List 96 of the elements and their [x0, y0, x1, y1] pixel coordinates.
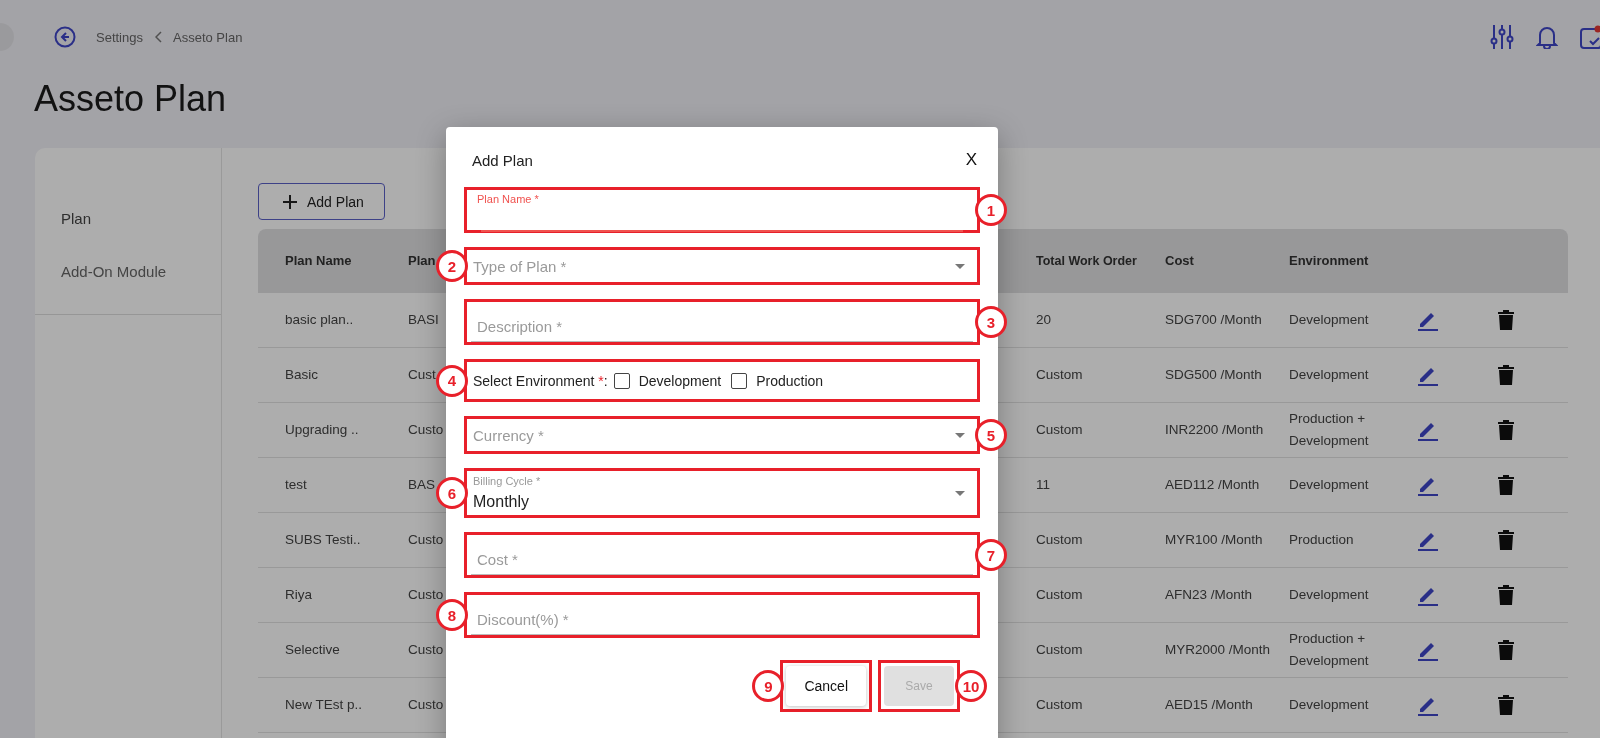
bell-icon[interactable]: [1536, 25, 1558, 49]
table-cell-text: Production + Development: [1288, 410, 1370, 450]
table-cell-text: Production + Development: [1288, 630, 1370, 670]
table-cell-text: Custom: [1035, 696, 1084, 714]
table-cell-text: Custo: [408, 641, 444, 659]
table-cell-text: Custom: [1035, 586, 1084, 604]
callout-number: 4: [436, 364, 468, 397]
dialog-button[interactable]: Cancel: [786, 666, 866, 706]
callout-number: 6: [436, 477, 468, 509]
input-field[interactable]: Plan Name *: [471, 190, 973, 230]
input-field[interactable]: Description *: [471, 302, 973, 342]
delete-icon[interactable]: [1498, 640, 1514, 660]
table-cell-text: SDG700 /Month: [1164, 311, 1263, 329]
table-cell-text: AED112 /Month: [1164, 476, 1261, 494]
delete-icon[interactable]: [1498, 585, 1514, 605]
calendar-check-icon[interactable]: [1580, 25, 1600, 49]
table-cell-text: Development: [1288, 696, 1370, 714]
column-header: Cost: [1164, 252, 1195, 270]
callout-number: 3: [975, 306, 1007, 338]
table-cell-text: test: [284, 476, 308, 494]
table-cell-text: Riya: [284, 586, 313, 604]
field-placeholder: Currency *: [473, 426, 544, 444]
field-label: Billing Cycle *: [473, 475, 541, 487]
dropdown-caret-icon: [955, 263, 965, 269]
table-cell-text: SUBS Testi..: [284, 531, 362, 549]
dialog-title: Add Plan: [472, 151, 533, 169]
table-cell-text: Custo: [408, 421, 444, 439]
table-cell-text: Basic: [284, 366, 319, 384]
table-cell-text: Development: [1288, 311, 1370, 329]
table-cell-text: Selective: [284, 641, 341, 659]
table-cell-text: Development: [1288, 366, 1370, 384]
table-cell-text: BASI: [408, 311, 439, 329]
checkbox-option[interactable]: Production: [731, 372, 824, 389]
table-cell-text: AED15 /Month: [1164, 696, 1254, 714]
table-cell-text: Development: [1288, 476, 1370, 494]
dropdown-field[interactable]: Billing Cycle * Monthly: [467, 471, 977, 515]
checkbox-option[interactable]: Development: [613, 372, 722, 389]
breadcrumb-link[interactable]: Settings: [96, 29, 143, 45]
sidebar-item[interactable]: Add-On Module: [35, 245, 221, 298]
callout-number: 5: [975, 419, 1007, 451]
plus-icon: [283, 194, 297, 209]
input-field[interactable]: Cost *: [471, 535, 973, 575]
delete-icon[interactable]: [1498, 475, 1514, 495]
sidebar-item[interactable]: Plan: [35, 192, 221, 245]
dropdown-caret-icon: [955, 432, 965, 438]
table-cell-text: Custom: [1035, 421, 1084, 439]
table-cell-text: SDG500 /Month: [1164, 366, 1263, 384]
delete-icon[interactable]: [1498, 365, 1514, 385]
table-cell-text: Custo: [408, 531, 444, 549]
input-field[interactable]: Discount(%) *: [471, 595, 973, 635]
close-button[interactable]: X: [965, 150, 977, 170]
table-cell-text: 20: [1035, 311, 1053, 329]
table-cell-text: INR2200 /Month: [1164, 421, 1265, 439]
dropdown-caret-icon: [955, 490, 965, 496]
table-cell-text: New TEst p..: [284, 696, 364, 714]
dropdown-field[interactable]: Type of Plan *: [467, 250, 977, 282]
table-cell-text: 11: [1035, 476, 1051, 494]
delete-icon[interactable]: [1498, 420, 1514, 440]
breadcrumb-link[interactable]: Asseto Plan: [173, 29, 243, 45]
table-cell-text: Upgrading ..: [284, 421, 360, 439]
table-cell-text: basic plan..: [284, 311, 355, 329]
dropdown-field[interactable]: Currency *: [467, 419, 977, 451]
callout-number: 8: [436, 599, 468, 631]
checkbox[interactable]: [731, 372, 748, 389]
table-cell-text: Cust: [408, 366, 436, 384]
field-placeholder: Type of Plan *: [473, 257, 567, 275]
column-header: Total Work Order: [1035, 253, 1138, 270]
table-cell-text: BAS: [408, 476, 435, 494]
table-cell-text: Custom: [1035, 366, 1084, 384]
table-cell-text: AFN23 /Month: [1164, 586, 1254, 604]
column-header: Plan: [408, 252, 436, 270]
field-value: Monthly: [473, 493, 531, 511]
field-label: Select Environment *:: [473, 372, 608, 389]
callout-number: 7: [975, 539, 1007, 571]
column-header: Environment: [1288, 252, 1370, 270]
table-cell-text: MYR2000 /Month: [1164, 641, 1269, 659]
table-cell-text: MYR100 /Month: [1164, 531, 1264, 549]
checkbox[interactable]: [613, 372, 630, 389]
table-cell-text: Production: [1288, 531, 1355, 549]
callout-number: 1: [975, 194, 1007, 226]
back-icon[interactable]: [54, 26, 76, 48]
callout-number: 9: [752, 670, 785, 702]
table-cell-text: Custo: [408, 696, 444, 714]
table-cell-text: Custom: [1035, 641, 1084, 659]
table-cell-text: Development: [1288, 586, 1370, 604]
delete-icon[interactable]: [1498, 695, 1514, 715]
chevron-icon: [155, 31, 163, 43]
delete-icon[interactable]: [1498, 530, 1514, 550]
sliders-icon[interactable]: [1490, 24, 1514, 50]
table-cell-text: Custom: [1035, 531, 1084, 549]
column-header: Plan Name: [284, 252, 353, 270]
page-title: Asseto Plan: [34, 77, 228, 121]
delete-icon[interactable]: [1498, 310, 1514, 330]
add-plan-button[interactable]: Add Plan: [258, 183, 385, 220]
callout-number: 2: [436, 250, 468, 282]
callout-number: 10: [955, 670, 987, 702]
